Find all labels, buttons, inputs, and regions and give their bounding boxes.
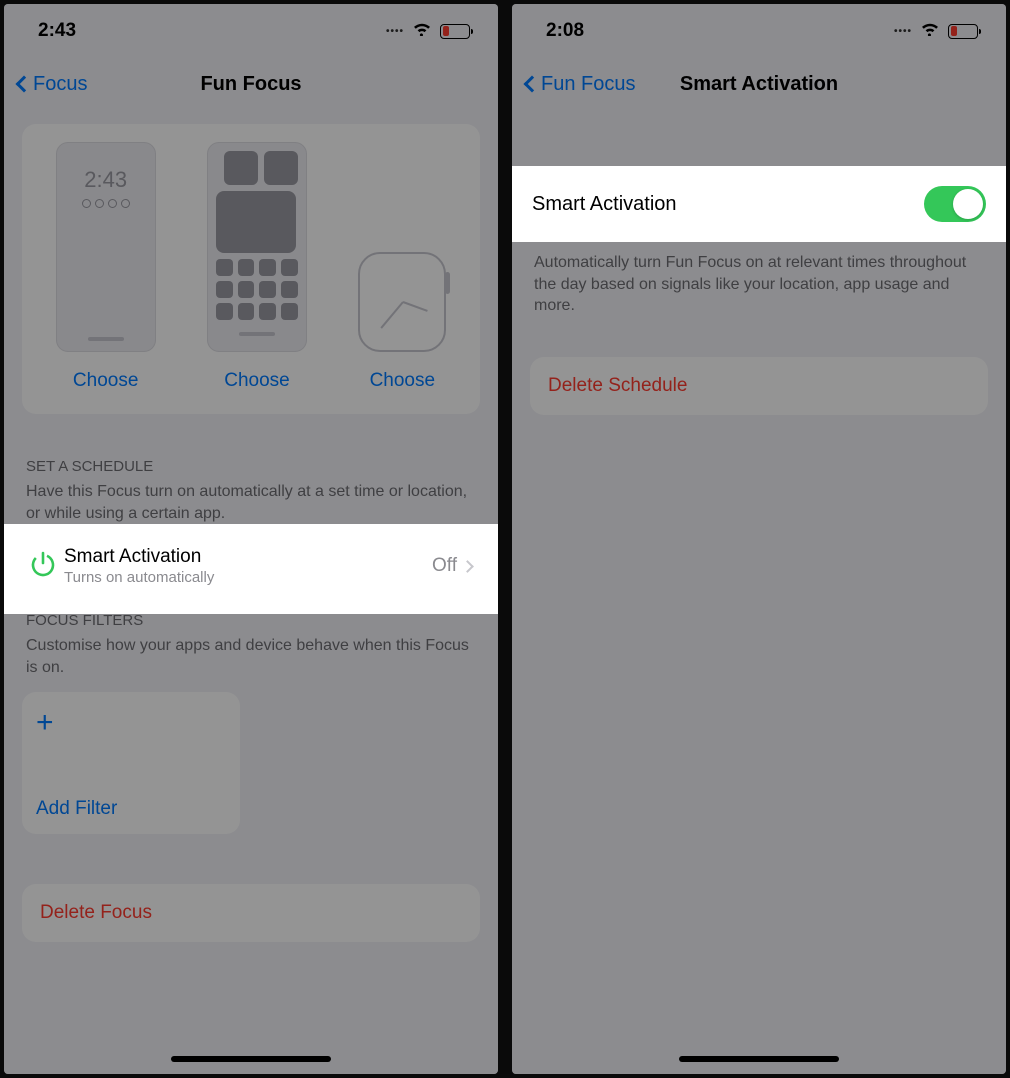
smart-activation-label: Smart Activation — [532, 193, 677, 216]
smart-activation-highlight: Smart Activation — [512, 166, 1006, 242]
phone-left-screenshot: 2:43 •••• Focus Fun Focus 2:43 — [4, 4, 498, 1074]
nav-bar: Fun Focus Smart Activation — [512, 58, 1006, 110]
back-label: Focus — [33, 73, 87, 96]
add-filter-card[interactable]: + Add Filter — [22, 692, 240, 834]
schedule-section-header: SET A SCHEDULE — [22, 458, 480, 479]
phone-right-screenshot: 2:08 •••• Fun Focus Smart Activation Sma… — [512, 4, 1006, 1074]
delete-focus-button[interactable]: Delete Focus — [22, 884, 480, 942]
smart-activation-subtitle: Turns on automatically — [64, 569, 432, 586]
back-button[interactable]: Focus — [18, 73, 87, 96]
watch-face-preview[interactable] — [358, 252, 446, 352]
add-filter-label: Add Filter — [36, 798, 226, 820]
nav-bar: Focus Fun Focus — [4, 58, 498, 110]
filters-section-header: FOCUS FILTERS — [22, 612, 480, 633]
smart-activation-switch[interactable] — [924, 186, 986, 222]
home-indicator[interactable] — [171, 1056, 331, 1062]
switch-knob — [953, 189, 983, 219]
smart-activation-toggle-row: Smart Activation — [512, 166, 1006, 242]
home-indicator[interactable] — [679, 1056, 839, 1062]
customise-screens-card: 2:43 Choose Choose — [22, 124, 480, 414]
choose-home-screen[interactable]: Choose — [224, 370, 290, 392]
power-icon — [28, 549, 58, 584]
filters-section-desc: Customise how your apps and device behav… — [22, 633, 480, 678]
chevron-right-icon — [461, 560, 474, 573]
lock-screen-preview[interactable]: 2:43 — [56, 142, 156, 352]
lock-screen-time: 2:43 — [84, 167, 127, 193]
battery-icon — [440, 24, 470, 39]
smart-activation-title: Smart Activation — [64, 546, 432, 568]
back-label: Fun Focus — [541, 73, 635, 96]
smart-activation-desc: Automatically turn Fun Focus on at relev… — [512, 242, 1006, 317]
battery-icon — [948, 24, 978, 39]
back-button[interactable]: Fun Focus — [526, 73, 635, 96]
recording-indicator-dots: •••• — [894, 26, 912, 37]
wifi-icon — [412, 20, 432, 42]
status-time: 2:43 — [38, 20, 76, 42]
chevron-left-icon — [16, 76, 33, 93]
chevron-left-icon — [524, 76, 541, 93]
recording-indicator-dots: •••• — [386, 26, 404, 37]
smart-activation-row[interactable]: Smart Activation Turns on automatically … — [4, 524, 498, 600]
choose-watch-face[interactable]: Choose — [370, 370, 436, 392]
wifi-icon — [920, 20, 940, 42]
status-bar: 2:43 •••• — [4, 4, 498, 58]
choose-lock-screen[interactable]: Choose — [73, 370, 139, 392]
smart-activation-state: Off — [432, 555, 457, 577]
status-time: 2:08 — [546, 20, 584, 42]
delete-schedule-button[interactable]: Delete Schedule — [530, 357, 988, 415]
schedule-section-desc: Have this Focus turn on automatically at… — [22, 479, 480, 524]
home-screen-preview[interactable] — [207, 142, 307, 352]
plus-icon: + — [36, 706, 226, 740]
status-bar: 2:08 •••• — [512, 4, 1006, 58]
